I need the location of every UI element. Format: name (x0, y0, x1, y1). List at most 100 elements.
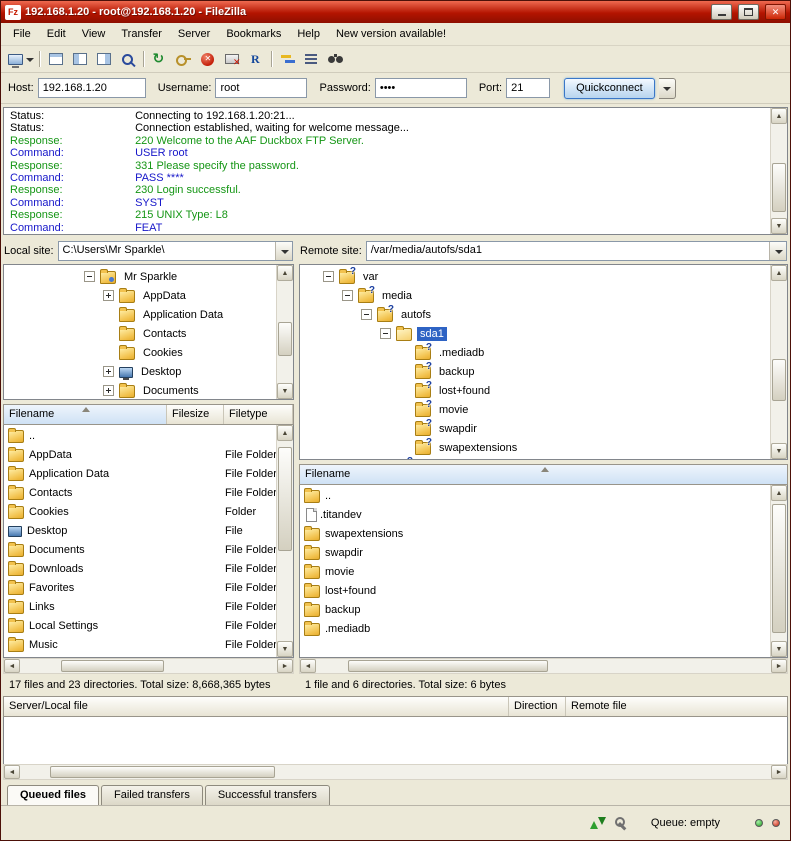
toggle-local-tree-button[interactable] (68, 48, 91, 70)
scrollbar-thumb[interactable] (61, 660, 164, 672)
tree-item[interactable]: movie (300, 400, 787, 419)
tree-item[interactable]: lost+found (300, 381, 787, 400)
tree-expander[interactable] (342, 290, 353, 301)
scroll-up-button[interactable] (771, 108, 787, 124)
directory-comparison-button[interactable] (276, 48, 299, 70)
scroll-left-button[interactable] (300, 659, 316, 673)
scroll-up-button[interactable] (771, 265, 787, 281)
tree-item[interactable]: Documents (4, 381, 293, 400)
port-input[interactable] (506, 78, 550, 98)
column-header-direction[interactable]: Direction (509, 697, 566, 716)
scroll-right-button[interactable] (771, 659, 787, 673)
scrollbar-thumb[interactable] (772, 504, 786, 633)
quickconnect-dropdown-button[interactable] (659, 78, 676, 99)
file-row[interactable]: swapextensions (300, 524, 787, 543)
disconnect-button[interactable] (220, 48, 243, 70)
menu-item[interactable]: View (74, 25, 114, 43)
speed-limits-icon[interactable] (590, 817, 606, 829)
tree-expander[interactable] (103, 309, 114, 320)
scrollbar-thumb[interactable] (772, 163, 786, 212)
maximize-button[interactable] (738, 4, 759, 20)
file-row[interactable]: Cookies Folder (4, 502, 293, 521)
scroll-down-button[interactable] (771, 443, 787, 459)
scroll-up-button[interactable] (277, 265, 293, 281)
tree-item[interactable]: Contacts (4, 324, 293, 343)
column-header-remote-file[interactable]: Remote file (566, 697, 787, 716)
scroll-up-button[interactable] (277, 425, 293, 441)
tree-item[interactable]: Mr Sparkle (4, 267, 293, 286)
password-input[interactable] (375, 78, 467, 98)
tree-item[interactable]: sda1 (300, 324, 787, 343)
remote-site-dropdown-button[interactable] (769, 242, 786, 260)
file-row[interactable]: .. (4, 426, 293, 445)
queue-hscrollbar[interactable] (3, 764, 788, 780)
tree-expander[interactable] (323, 271, 334, 282)
file-row[interactable]: swapdir (300, 543, 787, 562)
menu-item[interactable]: File (5, 25, 39, 43)
local-site-dropdown-button[interactable] (275, 242, 292, 260)
find-files-button[interactable] (324, 48, 347, 70)
tree-expander[interactable] (103, 347, 114, 358)
file-row[interactable]: lost+found (300, 581, 787, 600)
column-header-filesize[interactable]: Filesize (167, 405, 224, 424)
menu-item[interactable]: Help (289, 25, 328, 43)
tree-item[interactable]: backup (300, 362, 787, 381)
scroll-down-button[interactable] (277, 383, 293, 399)
file-row[interactable]: Contacts File Folder (4, 483, 293, 502)
scroll-down-button[interactable] (771, 641, 787, 657)
site-manager-dropdown[interactable] (23, 48, 35, 70)
scrollbar-track[interactable] (20, 765, 771, 779)
scrollbar-thumb[interactable] (348, 660, 548, 672)
quickconnect-button[interactable]: Quickconnect (564, 78, 655, 99)
scrollbar-track[interactable] (771, 501, 787, 641)
tree-expander[interactable] (399, 347, 410, 358)
scrollbar-thumb[interactable] (772, 359, 786, 401)
scrollbar-track[interactable] (277, 441, 293, 641)
reconnect-button[interactable] (244, 48, 267, 70)
queue-list[interactable] (3, 717, 788, 764)
tree-expander[interactable] (399, 442, 410, 453)
tree-item[interactable]: Cookies (4, 343, 293, 362)
file-row[interactable]: Music File Folder (4, 635, 293, 654)
column-header-filetype[interactable]: Filetype (224, 405, 293, 424)
scrollbar-track[interactable] (20, 659, 277, 673)
toggle-queue-button[interactable] (116, 48, 139, 70)
new-version-link[interactable]: New version available! (328, 25, 454, 43)
host-input[interactable] (38, 78, 146, 98)
remote-tree-scrollbar[interactable] (770, 265, 787, 459)
menu-item[interactable]: Edit (39, 25, 74, 43)
toggle-remote-tree-button[interactable] (92, 48, 115, 70)
file-row[interactable]: .. (300, 486, 787, 505)
tree-item[interactable]: Application Data (4, 305, 293, 324)
tree-item[interactable]: swapextensions (300, 438, 787, 457)
file-row[interactable]: Downloads File Folder (4, 559, 293, 578)
file-row[interactable]: Favorites File Folder (4, 578, 293, 597)
tree-expander[interactable] (361, 309, 372, 320)
tree-expander[interactable] (84, 271, 95, 282)
column-header-filename[interactable]: Filename (4, 405, 167, 424)
local-site-combo[interactable]: C:\Users\Mr Sparkle\ (58, 241, 293, 261)
tab-successful-transfers[interactable]: Successful transfers (205, 785, 330, 805)
tree-item[interactable]: autofs (300, 305, 787, 324)
column-header-filename[interactable]: Filename (300, 465, 787, 484)
minimize-button[interactable] (711, 4, 732, 20)
file-row[interactable]: backup (300, 600, 787, 619)
remote-list-scrollbar[interactable] (770, 485, 787, 657)
synchronized-browsing-button[interactable] (300, 48, 323, 70)
process-queue-button[interactable] (172, 48, 195, 70)
tree-expander[interactable] (399, 385, 410, 396)
toggle-message-log-button[interactable] (44, 48, 67, 70)
username-input[interactable] (215, 78, 307, 98)
scrollbar-track[interactable] (277, 281, 293, 383)
file-row[interactable]: Application Data File Folder (4, 464, 293, 483)
file-row[interactable]: movie (300, 562, 787, 581)
file-row[interactable]: .titandev (300, 505, 787, 524)
file-row[interactable]: Documents File Folder (4, 540, 293, 559)
file-row[interactable]: AppData File Folder (4, 445, 293, 464)
tree-item[interactable]: media (300, 286, 787, 305)
cancel-button[interactable] (196, 48, 219, 70)
tree-expander[interactable] (103, 385, 114, 396)
scrollbar-thumb[interactable] (278, 447, 292, 551)
close-button[interactable] (765, 4, 786, 20)
file-row[interactable]: Desktop File (4, 521, 293, 540)
